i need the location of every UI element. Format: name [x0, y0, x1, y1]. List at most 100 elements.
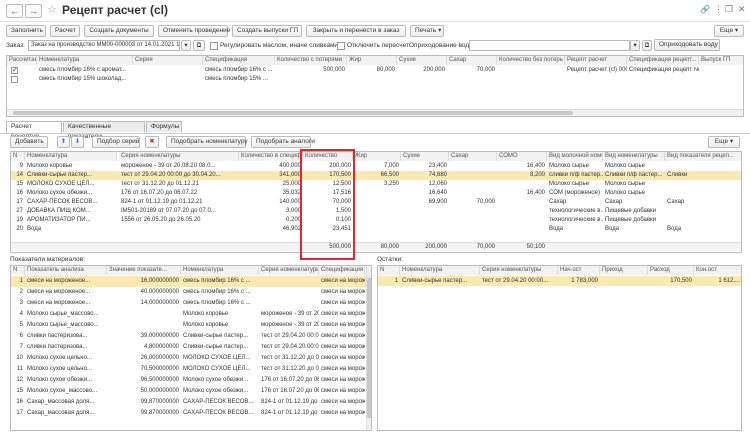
- table-row[interactable]: смесь пломбир 16% с аромат... смесь пломб…: [7, 66, 743, 75]
- water-button[interactable]: Оприходовать воду: [654, 39, 720, 51]
- table-row[interactable]: 12 Молоко сухое обезжи... 96,500000000 Моло…: [11, 375, 371, 386]
- column-header[interactable]: Номенклатура: [400, 266, 480, 275]
- table-row[interactable]: смесь пломбир 15% шоколад... смесь пломби…: [7, 75, 743, 84]
- horizontal-scrollbar[interactable]: [7, 109, 743, 116]
- table-row[interactable]: 4 Молоко сырье_массово... Молоко коровье мо…: [11, 309, 371, 320]
- water-select-button[interactable]: ▾: [630, 40, 640, 51]
- column-header[interactable]: N: [11, 152, 25, 161]
- disable-recalc-checkbox[interactable]: [337, 42, 345, 50]
- column-header[interactable]: Номенклатура: [181, 266, 259, 275]
- table-row[interactable]: 5 Молоко сырье_массово... Молоко коровье мо…: [11, 320, 371, 331]
- more-button[interactable]: Еще ▾: [714, 25, 744, 37]
- table-row[interactable]: 7 сливки пастеризова... 4,800000000 Сливки-…: [11, 342, 371, 353]
- table-row[interactable]: 1 смеси на мороженое... 16,000000000 смесь …: [11, 276, 371, 287]
- column-header[interactable]: Спецификация: [203, 56, 275, 65]
- column-header[interactable]: Спецификация рецепт...: [627, 56, 699, 65]
- water-field[interactable]: [469, 40, 630, 51]
- order-select-button[interactable]: ▾: [181, 40, 191, 51]
- column-header[interactable]: Расход: [648, 266, 694, 275]
- move-down-icon[interactable]: ⬇: [71, 136, 84, 148]
- column-header[interactable]: Рассчитан: [7, 56, 37, 65]
- column-header[interactable]: Номенклатура: [25, 152, 117, 161]
- column-header[interactable]: Количество с потерями: [275, 56, 347, 65]
- back-button[interactable]: ←: [6, 4, 23, 18]
- column-header[interactable]: Количество без потерь: [497, 56, 565, 65]
- mid-more-button[interactable]: Еще ▾: [708, 136, 740, 148]
- row-checkbox[interactable]: [11, 76, 18, 83]
- column-header[interactable]: СОМО: [497, 152, 547, 161]
- column-header[interactable]: Жир: [347, 56, 397, 65]
- scroll-thumb[interactable]: [367, 278, 371, 418]
- table-row[interactable]: 1 Сливки-сырье пастер... тест от 29.04.20 …: [378, 276, 741, 286]
- table-row[interactable]: 16 Сахар_массовая доля... 99,870000000 САХА…: [11, 397, 371, 408]
- table-row[interactable]: 27 ДОБАВКА ПИЩ КОМ... IM501-20189 от 07.07…: [11, 207, 741, 216]
- column-header[interactable]: Сухие: [401, 152, 449, 161]
- column-header[interactable]: Вид номенклатуры: [603, 152, 665, 161]
- column-header[interactable]: Количество в специфика...: [239, 152, 303, 161]
- fill-button[interactable]: Заполнить: [6, 25, 46, 37]
- table-row[interactable]: 2 смеси на мороженое... 40,000000000 смесь …: [11, 287, 371, 298]
- calc-button[interactable]: Расчет: [50, 25, 80, 37]
- column-header[interactable]: Вид молочной номен...: [547, 152, 603, 161]
- table-row[interactable]: 16 Молоко сухое обезжи... 176 от 16.07.20 …: [11, 189, 741, 198]
- pick-nomenclature-button[interactable]: Подобрать номенклатуру: [166, 136, 248, 148]
- add-button[interactable]: Добавить: [10, 136, 48, 148]
- order-field[interactable]: Заказ на производство ММ00-000003 от 14.…: [28, 40, 180, 51]
- column-header[interactable]: Показатель анализа: [25, 266, 107, 275]
- table-row[interactable]: 15 Молоко сухое_массово... 50,000000000 Мол…: [11, 386, 371, 397]
- tab-formulas[interactable]: Формулы: [146, 121, 182, 132]
- column-header[interactable]: N: [11, 266, 25, 275]
- restore-icon[interactable]: ❐: [725, 4, 733, 15]
- row-checkbox[interactable]: ✓: [11, 67, 18, 74]
- column-header[interactable]: Выпуск ГП: [699, 56, 743, 65]
- column-header[interactable]: Серия: [133, 56, 203, 65]
- table-row[interactable]: 20 Вода 46,902 23,451 Вода Вода Вода: [11, 225, 741, 234]
- create-gp-button[interactable]: Создать выпуски ГП: [232, 25, 302, 37]
- column-header[interactable]: Рецепт расчет: [565, 56, 627, 65]
- column-header[interactable]: Сухие: [397, 56, 447, 65]
- more-icon[interactable]: ⋮: [714, 4, 723, 15]
- close-transfer-button[interactable]: Закрыть и перенести в заказ: [306, 25, 406, 37]
- move-up-icon[interactable]: ⬆: [57, 136, 70, 148]
- column-header[interactable]: Серия номенклатуры: [259, 266, 319, 275]
- column-header[interactable]: Серия номенклатуры: [480, 266, 558, 275]
- close-icon[interactable]: ✕: [738, 4, 746, 15]
- column-header[interactable]: Жир: [353, 152, 401, 161]
- column-header[interactable]: Сахар: [449, 152, 497, 161]
- tab-recipe-calc[interactable]: Расчет рецептур: [6, 121, 62, 140]
- table-row[interactable]: 6 сливки пастеризова... 39,000000000 Сливки…: [11, 331, 371, 342]
- table-row[interactable]: 3 смеси на мороженое... 14,000000000 смесь …: [11, 298, 371, 309]
- column-header[interactable]: Номенклатура: [37, 56, 133, 65]
- table-row[interactable]: 11 Молоко сухое цельно... 70,500000000 МОЛО…: [11, 364, 371, 375]
- vertical-scrollbar[interactable]: [366, 266, 371, 430]
- column-header[interactable]: Сахар: [447, 56, 497, 65]
- print-button[interactable]: Печать ▾: [410, 25, 444, 37]
- column-header[interactable]: Вид показателя рецеп...: [665, 152, 741, 161]
- forward-button[interactable]: →: [25, 4, 42, 18]
- link-icon[interactable]: 🔗: [700, 5, 710, 14]
- delete-icon[interactable]: ✖: [145, 136, 159, 148]
- table-row[interactable]: 14 Сливки-сырье пастер... тест от 29.04.20…: [11, 171, 741, 180]
- water-open-icon[interactable]: ⧉: [642, 40, 652, 51]
- table-row[interactable]: 17 САХАР-ПЕСОК ВЕСОВ... 824-1 от 01.12.19 …: [11, 198, 741, 207]
- pick-analogs-button[interactable]: Подобрать аналоги: [251, 136, 315, 148]
- tab-quality[interactable]: Качественные показатели: [63, 121, 145, 140]
- cancel-posting-button[interactable]: Отменить проведение: [158, 25, 230, 37]
- table-row[interactable]: 19 АРОМАТИЗАТОР ПИ... 1556 от 26.05.20 до …: [11, 216, 741, 225]
- table-row[interactable]: 10 Молоко сухое цельно... 26,000000000 МОЛО…: [11, 353, 371, 364]
- favorite-star-icon[interactable]: ☆: [47, 3, 57, 16]
- column-header[interactable]: Приход: [600, 266, 648, 275]
- open-link-icon[interactable]: ⧉: [193, 40, 205, 51]
- column-header[interactable]: Значение показате...: [107, 266, 181, 275]
- pick-series-button[interactable]: Подбор серий: [92, 136, 140, 148]
- column-header[interactable]: Серия номенклатуры: [119, 152, 239, 161]
- column-header[interactable]: N: [378, 266, 400, 275]
- column-header[interactable]: Кон.ост: [694, 266, 741, 275]
- column-header[interactable]: Спецификация: [319, 266, 365, 275]
- table-row[interactable]: 17 Сахар_массовая доля... 99,870000000 САХА…: [11, 408, 371, 419]
- table-row[interactable]: 9 Молоко коровье мороженое - 39 от 20.08.2…: [11, 162, 741, 171]
- table-row[interactable]: 15 МОЛОКО СУХОЕ ЦЕЛ... тест от 31.12.20 до…: [11, 180, 741, 189]
- column-header[interactable]: Нач.ост: [558, 266, 600, 275]
- scroll-thumb[interactable]: [13, 111, 573, 115]
- create-docs-button[interactable]: Создать документы: [84, 25, 154, 37]
